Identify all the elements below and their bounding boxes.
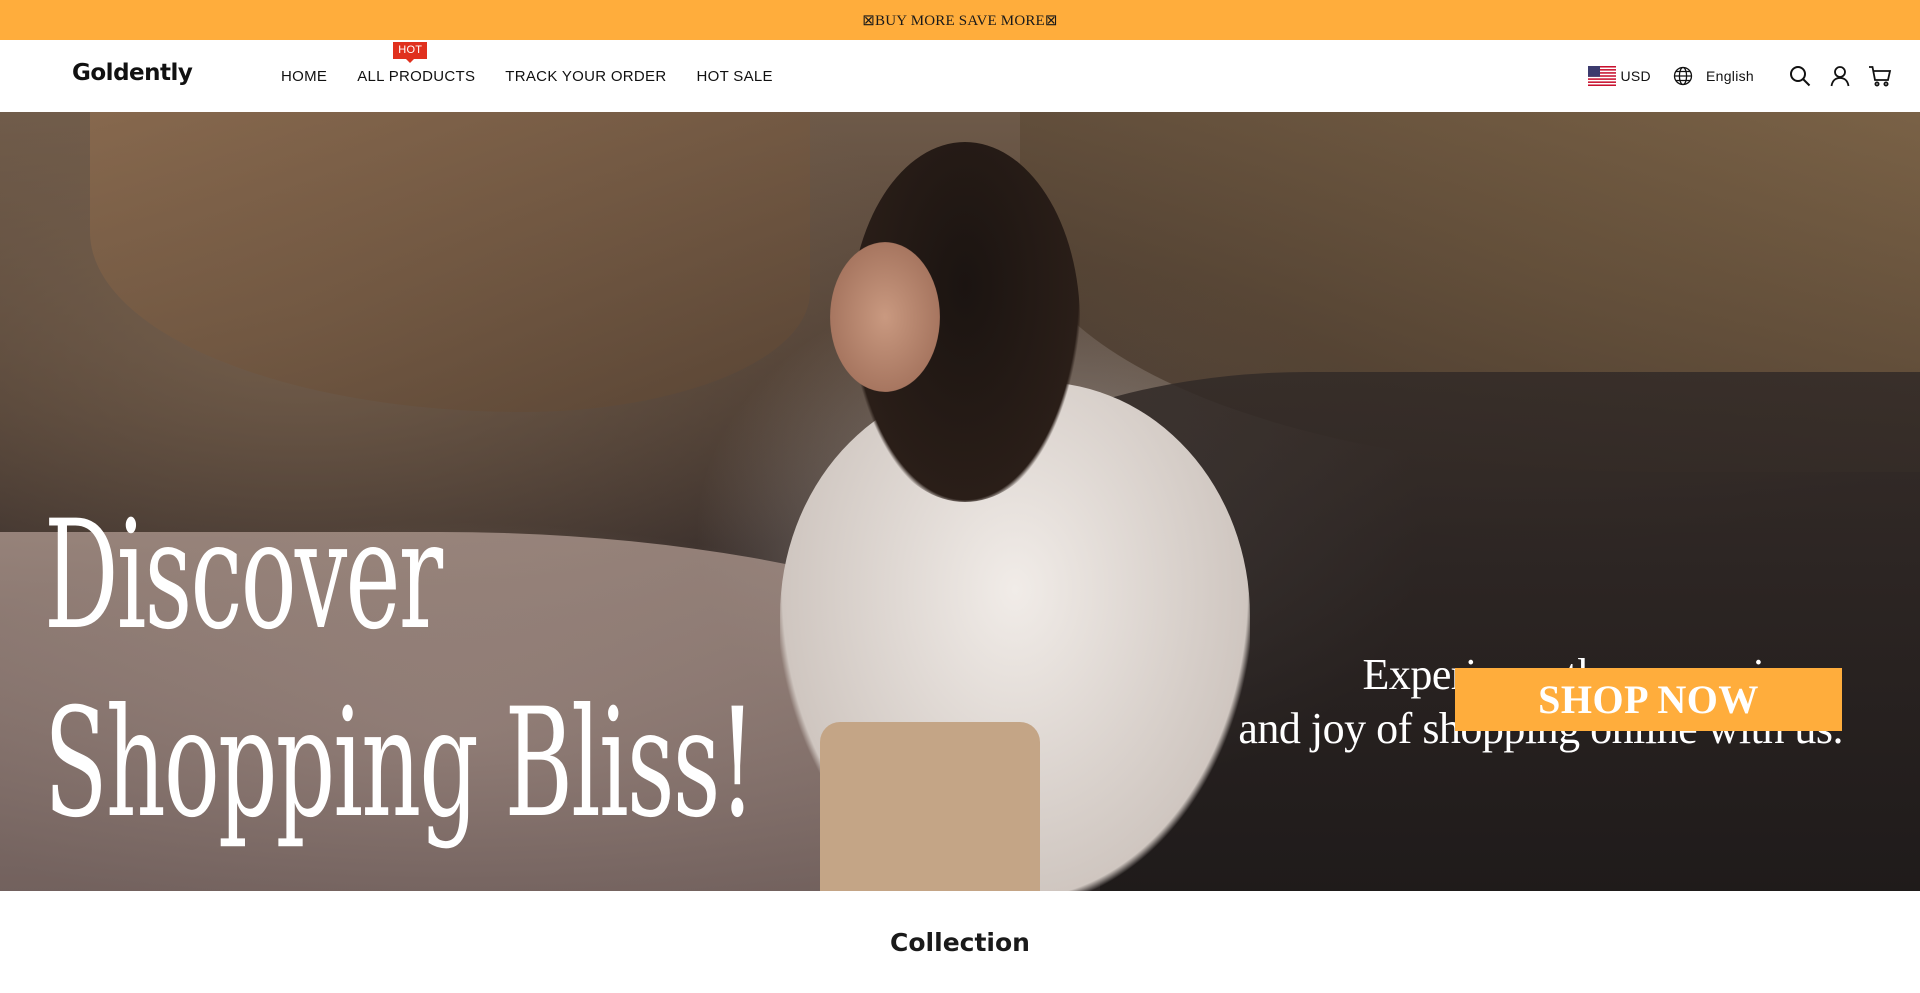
nav-item-label: TRACK YOUR ORDER [505,67,667,85]
nav-item-home[interactable]: HOME [281,68,327,85]
account-icon[interactable] [1828,64,1852,88]
hero-headline-line2: Shopping Bliss! [44,677,756,851]
site-header: Goldently HOME HOT ALL PRODUCTS TRACK YO… [0,40,1920,112]
nav-item-hot-sale[interactable]: HOT SALE [697,68,773,85]
nav-item-label: ALL PRODUCTS [357,67,476,85]
search-icon[interactable] [1788,64,1812,88]
language-selector[interactable]: English [1673,66,1754,86]
nav-item-track-your-order[interactable]: TRACK YOUR ORDER [505,68,666,85]
main-nav: HOME HOT ALL PRODUCTS TRACK YOUR ORDER H… [281,40,803,112]
hero-background-cliff [90,112,810,412]
currency-selector[interactable]: USD [1587,66,1651,86]
globe-icon [1673,66,1693,86]
hero-headline-line1: Discover [44,489,443,663]
nav-item-label: HOME [281,67,328,85]
announcement-text: ⊠BUY MORE SAVE MORE⊠ [862,12,1058,29]
us-flag-icon [1587,66,1616,86]
hero-model-pants [820,722,1040,891]
cart-icon[interactable] [1868,64,1892,88]
collection-title: Collection [890,928,1030,957]
shop-now-button[interactable]: SHOP NOW [1455,668,1842,731]
hero-headline: Discover Shopping Bliss! [44,482,756,858]
hot-badge: HOT [393,41,428,63]
nav-item-label: HOT SALE [696,67,773,85]
hero-model-face [830,242,940,392]
header-tools: USD English [1587,40,1893,112]
language-label: English [1705,68,1754,84]
announcement-bar: ⊠BUY MORE SAVE MORE⊠ [0,0,1920,40]
currency-label: USD [1620,68,1651,84]
hero-banner: Discover Shopping Bliss! Experience the … [0,112,1920,891]
nav-item-all-products[interactable]: HOT ALL PRODUCTS [357,41,476,85]
logo[interactable]: Goldently [72,60,193,86]
